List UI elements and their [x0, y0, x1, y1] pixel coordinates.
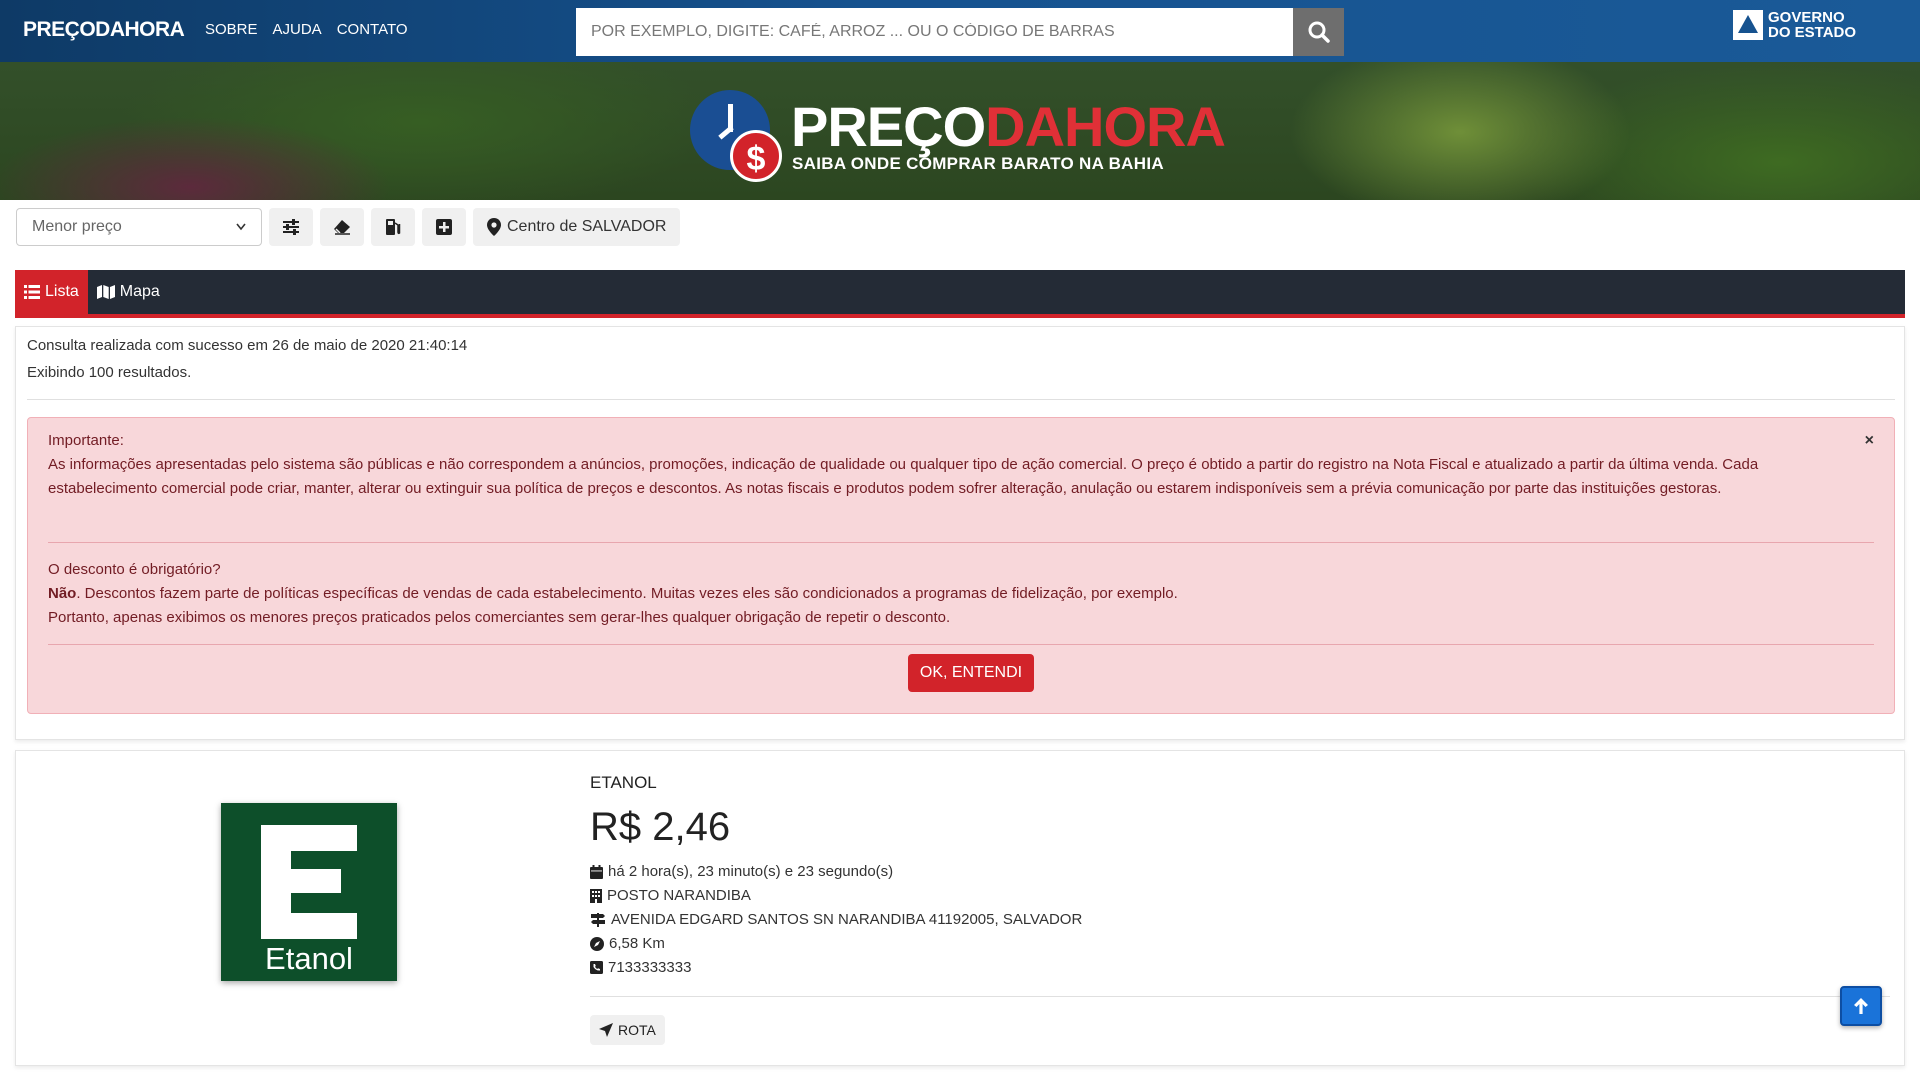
list-icon [24, 285, 40, 299]
filter-toolbar: Menor preço Centro de SALVADOR [16, 208, 681, 246]
clear-filters-button[interactable] [320, 208, 364, 246]
detail-phone[interactable]: 7133333333 [590, 959, 691, 976]
pharmacy-filter-button[interactable] [422, 208, 466, 246]
calendar-icon [590, 864, 603, 879]
detail-distance: 6,58 Km [590, 935, 665, 952]
nav-link-contato[interactable]: CONTATO [337, 21, 408, 38]
scroll-to-top-button[interactable] [1840, 986, 1882, 1026]
detail-address: AVENIDA EDGARD SANTOS SN NARANDIBA 41192… [590, 911, 1082, 928]
fuel-filter-button[interactable] [371, 208, 415, 246]
phone-icon [590, 961, 603, 974]
divider [590, 996, 1890, 997]
query-info-card: Consulta realizada com sucesso em 26 de … [15, 326, 1905, 740]
nav-link-sobre[interactable]: SOBRE [205, 21, 258, 38]
signpost-icon [591, 912, 605, 927]
ok-entendi-button[interactable]: OK, ENTENDI [908, 654, 1034, 692]
product-price: R$ 2,46 [590, 805, 731, 849]
alert-heading-importante: Importante: [48, 432, 124, 449]
product-image-label: Etanol [265, 941, 353, 976]
plus-square-icon [436, 219, 452, 235]
dollar-icon: $ [730, 130, 782, 182]
alert-body-importante: As informações apresentadas pelo sistema… [48, 456, 1759, 497]
alert-body-desconto: Não. Descontos fazem parte de políticas … [48, 585, 1178, 602]
building-icon [590, 888, 602, 903]
results-count-text: Exibindo 100 resultados. [27, 364, 192, 381]
product-image: Etanol [221, 803, 397, 981]
nav-links: SOBRE AJUDA CONTATO [205, 21, 408, 38]
detail-store: POSTO NARANDIBA [590, 887, 751, 904]
eraser-icon [334, 220, 350, 235]
hero-logo: $ PREÇODAHORA SAIBA ONDE COMPRAR BARATO … [690, 88, 1230, 188]
sort-select[interactable]: Menor preço [16, 208, 262, 246]
tab-lista[interactable]: Lista [15, 270, 88, 314]
map-icon [96, 285, 115, 299]
advanced-filters-button[interactable] [269, 208, 313, 246]
divider [27, 399, 1895, 400]
product-name: ETANOL [590, 773, 657, 792]
disclaimer-alert: × Importante: As informações apresentada… [27, 417, 1895, 714]
close-icon[interactable]: × [1865, 432, 1874, 450]
fuel-pump-icon [386, 219, 401, 235]
governo-text: GOVERNO DO ESTADO [1768, 9, 1857, 41]
hero-subtitle: SAIBA ONDE COMPRAR BARATO NA BAHIA [792, 154, 1164, 173]
hero-title: PREÇODAHORA [791, 95, 1226, 158]
search-icon [1308, 21, 1330, 43]
divider [48, 542, 1874, 543]
sliders-icon [283, 219, 299, 235]
alert-heading-desconto: O desconto é obrigatório? [48, 561, 221, 578]
view-tabs: Lista Mapa [15, 270, 1905, 318]
compass-icon [590, 936, 604, 951]
result-card: Etanol ETANOL R$ 2,46 há 2 hora(s), 23 m… [15, 750, 1905, 1066]
search-bar [576, 8, 1344, 56]
location-label: Centro de SALVADOR [507, 218, 667, 235]
alert-body-portanto: Portanto, apenas exibimos os menores pre… [48, 609, 951, 626]
chevron-down-icon [236, 223, 246, 231]
brand-logo[interactable]: PREÇODAHORA [23, 18, 185, 42]
map-marker-icon [487, 218, 501, 236]
route-button[interactable]: ROTA [590, 1015, 665, 1045]
top-navbar: PREÇODAHORA SOBRE AJUDA CONTATO GOVERNO … [0, 0, 1920, 62]
arrow-up-icon [1854, 998, 1868, 1014]
tab-mapa[interactable]: Mapa [88, 270, 169, 314]
divider [48, 644, 1874, 645]
governo-logo[interactable]: GOVERNO DO ESTADO [1733, 10, 1856, 40]
location-button[interactable]: Centro de SALVADOR [473, 208, 681, 246]
detail-time: há 2 hora(s), 23 minuto(s) e 23 segundo(… [590, 863, 893, 880]
governo-mark-icon [1733, 10, 1763, 40]
search-input[interactable] [576, 8, 1293, 56]
search-button[interactable] [1293, 8, 1344, 56]
location-arrow-icon [599, 1023, 613, 1037]
etanol-e-logo [261, 825, 357, 939]
nav-link-ajuda[interactable]: AJUDA [273, 21, 322, 38]
query-status-text: Consulta realizada com sucesso em 26 de … [27, 337, 468, 354]
